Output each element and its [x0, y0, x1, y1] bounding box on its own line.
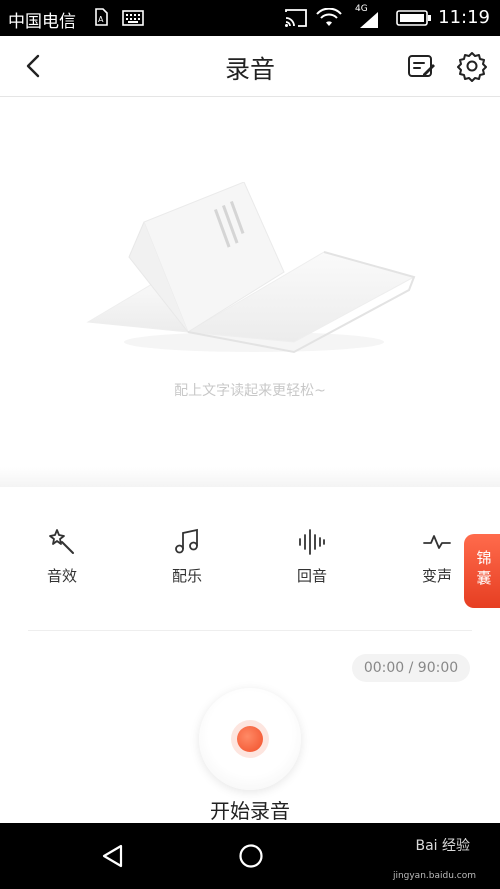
- carrier-label: 中国电信: [8, 12, 76, 32]
- record-timer: 00:00 / 90:00: [352, 654, 470, 682]
- record-button-label: 开始录音: [210, 799, 290, 823]
- lyrics-empty-state: 配上文字读起来更轻松~: [0, 97, 500, 467]
- open-book-illustration: [86, 182, 416, 354]
- empty-state-message: 配上文字读起来更轻松~: [174, 383, 326, 399]
- edit-note-icon[interactable]: [405, 50, 437, 82]
- header: 录音: [0, 36, 500, 97]
- sim-card-icon: A: [95, 8, 108, 26]
- divider: [28, 630, 472, 631]
- signal-icon: [360, 12, 378, 28]
- tool-sound-effect[interactable]: 音效: [22, 527, 102, 586]
- side-tab-line2: 囊: [476, 569, 492, 587]
- record-dot-icon: [237, 726, 263, 752]
- tool-label: 回音: [296, 567, 327, 585]
- wifi-icon: [316, 8, 342, 26]
- side-tab-line1: 锦: [476, 549, 492, 567]
- effects-toolbar: 音效 配乐 回音 变声: [0, 487, 500, 627]
- watermark-logo: Bai 经验: [415, 838, 470, 854]
- tool-echo[interactable]: 回音: [272, 527, 352, 586]
- cast-icon: [285, 9, 307, 27]
- gear-icon[interactable]: [456, 50, 488, 82]
- section-divider: [0, 467, 500, 487]
- keyboard-icon: [122, 10, 144, 26]
- music-note-icon: [175, 528, 198, 554]
- watermark-url: jingyan.baidu.com: [392, 871, 476, 881]
- pulse-icon: [423, 535, 451, 549]
- clock: 11:19: [438, 7, 490, 28]
- tool-label: 音效: [46, 567, 77, 585]
- record-button[interactable]: [199, 688, 301, 790]
- tips-side-tab[interactable]: 锦 囊: [464, 534, 500, 608]
- tool-label: 配乐: [171, 567, 202, 585]
- tool-background-music[interactable]: 配乐: [147, 527, 227, 586]
- battery-icon: [396, 10, 431, 26]
- sound-wave-icon: [299, 529, 325, 555]
- back-triangle-icon[interactable]: [100, 843, 126, 869]
- system-navigation-bar: Bai 经验 jingyan.baidu.com: [0, 823, 500, 889]
- home-circle-icon[interactable]: [238, 843, 264, 869]
- magic-wand-icon: [49, 529, 74, 554]
- status-bar: 中国电信 A 4G 11:19: [0, 0, 500, 36]
- svg-text:A: A: [98, 15, 104, 24]
